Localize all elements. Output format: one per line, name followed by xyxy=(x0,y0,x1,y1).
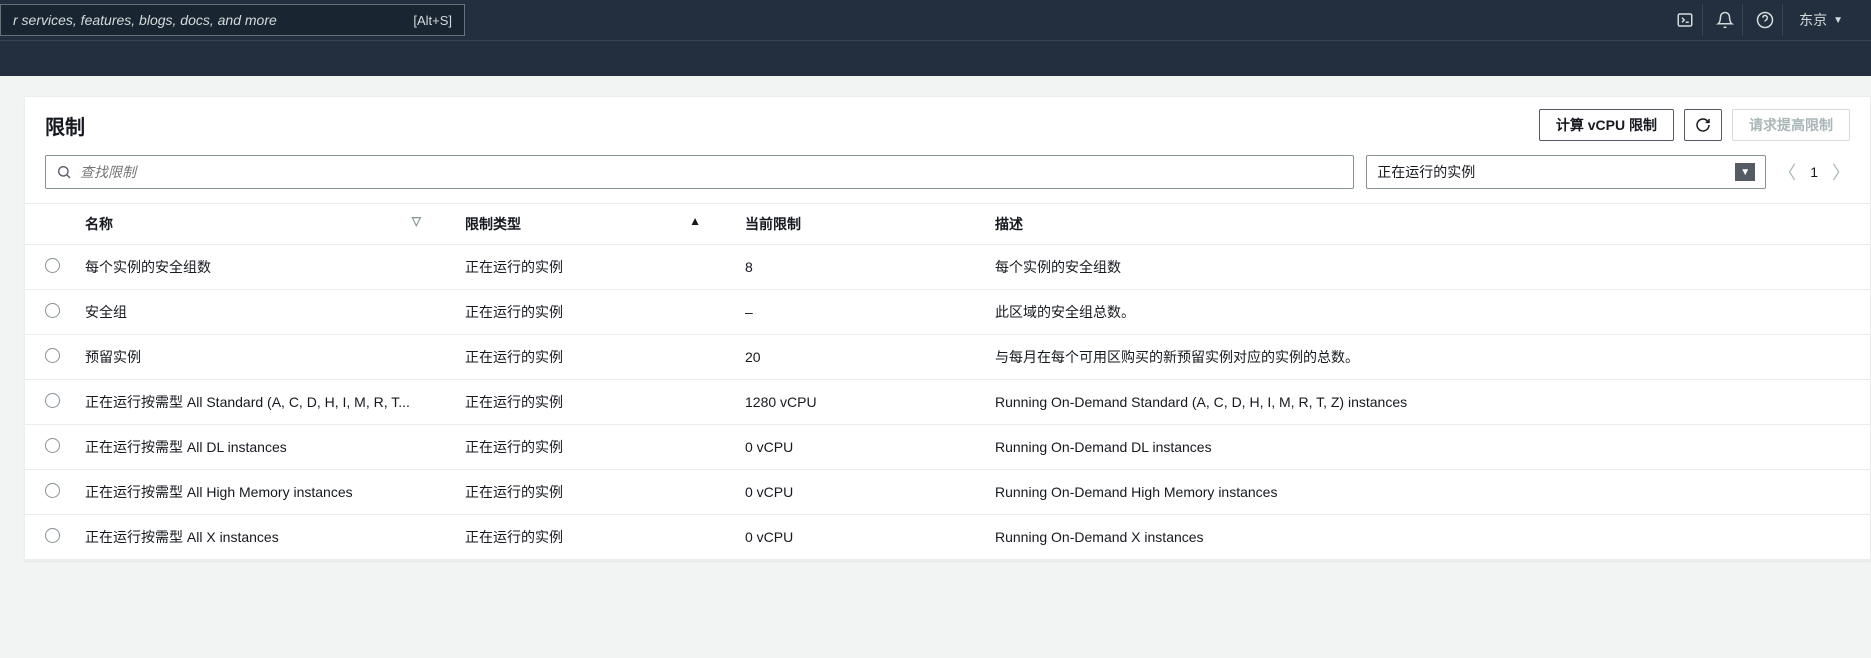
cell-current-limit: 8 xyxy=(733,245,983,290)
help-button[interactable] xyxy=(1747,4,1783,36)
cell-description: Running On-Demand High Memory instances xyxy=(983,470,1870,515)
page-title: 限制 xyxy=(45,111,85,140)
cell-description: 此区域的安全组总数。 xyxy=(983,290,1870,335)
sort-indicator-name: ▽ xyxy=(412,214,421,228)
cloudshell-button[interactable] xyxy=(1667,4,1703,36)
col-header-description[interactable]: 描述 xyxy=(983,204,1870,245)
col-header-limit-type[interactable]: 限制类型 ▲ xyxy=(453,204,733,245)
panel-actions: 计算 vCPU 限制 请求提高限制 xyxy=(1539,109,1850,141)
row-radio[interactable] xyxy=(45,393,60,408)
table-row[interactable]: 正在运行按需型 All DL instances 正在运行的实例 0 vCPU … xyxy=(25,425,1870,470)
cell-description: Running On-Demand Standard (A, C, D, H, … xyxy=(983,380,1870,425)
col-header-current-limit[interactable]: 当前限制 xyxy=(733,204,983,245)
page-prev-button[interactable]: 〈 xyxy=(1778,159,1796,185)
cell-limit-type: 正在运行的实例 xyxy=(453,380,733,425)
cell-name: 正在运行按需型 All High Memory instances xyxy=(85,482,425,502)
panel-header: 限制 计算 vCPU 限制 请求提高限制 xyxy=(25,97,1870,149)
page-number: 1 xyxy=(1810,164,1818,180)
row-radio[interactable] xyxy=(45,348,60,363)
search-shortcut-hint: [Alt+S] xyxy=(413,13,452,28)
filter-search-wrap[interactable] xyxy=(45,155,1354,189)
cell-name: 正在运行按需型 All DL instances xyxy=(85,437,425,457)
table-row[interactable]: 正在运行按需型 All X instances 正在运行的实例 0 vCPU R… xyxy=(25,515,1870,560)
request-increase-button[interactable]: 请求提高限制 xyxy=(1732,109,1850,141)
page-next-button[interactable]: 〉 xyxy=(1832,159,1850,185)
table-row[interactable]: 预留实例 正在运行的实例 20 与每月在每个可用区购买的新预留实例对应的实例的总… xyxy=(25,335,1870,380)
cell-limit-type: 正在运行的实例 xyxy=(453,470,733,515)
pagination: 〈 1 〉 xyxy=(1778,159,1850,185)
compute-vcpu-button[interactable]: 计算 vCPU 限制 xyxy=(1539,109,1674,141)
col-header-current-limit-label: 当前限制 xyxy=(745,216,801,232)
filter-search-input[interactable] xyxy=(80,164,1343,180)
secondary-nav-bar xyxy=(0,40,1871,76)
select-all-header xyxy=(25,204,73,245)
cell-current-limit: 1280 vCPU xyxy=(733,380,983,425)
cell-current-limit: 0 vCPU xyxy=(733,470,983,515)
dropdown-caret-icon: ▼ xyxy=(1735,163,1755,181)
col-header-description-label: 描述 xyxy=(995,216,1023,232)
limit-type-dropdown[interactable]: 正在运行的实例 ▼ xyxy=(1366,155,1766,189)
sort-indicator-type: ▲ xyxy=(689,214,701,228)
nav-right: 东京 ▼ xyxy=(1667,4,1855,36)
cell-current-limit: 20 xyxy=(733,335,983,380)
table-row[interactable]: 正在运行按需型 All High Memory instances 正在运行的实… xyxy=(25,470,1870,515)
region-label: 东京 xyxy=(1799,10,1827,30)
cell-limit-type: 正在运行的实例 xyxy=(453,515,733,560)
col-header-name[interactable]: 名称 ▽ xyxy=(73,204,453,245)
table-row[interactable]: 安全组 正在运行的实例 – 此区域的安全组总数。 xyxy=(25,290,1870,335)
bell-icon xyxy=(1716,11,1734,29)
limits-panel: 限制 计算 vCPU 限制 请求提高限制 正在运行的实例 ▼ xyxy=(24,96,1871,561)
col-header-limit-type-label: 限制类型 xyxy=(465,216,521,232)
row-radio[interactable] xyxy=(45,303,60,318)
row-radio[interactable] xyxy=(45,528,60,543)
cell-description: Running On-Demand DL instances xyxy=(983,425,1870,470)
cell-description: 每个实例的安全组数 xyxy=(983,245,1870,290)
dropdown-selected-label: 正在运行的实例 xyxy=(1377,162,1475,182)
cell-name: 安全组 xyxy=(85,302,425,322)
global-search[interactable]: r services, features, blogs, docs, and m… xyxy=(0,4,465,36)
row-radio[interactable] xyxy=(45,483,60,498)
table-row[interactable]: 每个实例的安全组数 正在运行的实例 8 每个实例的安全组数 xyxy=(25,245,1870,290)
compute-vcpu-label: 计算 vCPU 限制 xyxy=(1556,115,1657,135)
refresh-button[interactable] xyxy=(1684,109,1722,141)
table-header-row: 名称 ▽ 限制类型 ▲ 当前限制 描述 xyxy=(25,204,1870,245)
cell-description: 与每月在每个可用区购买的新预留实例对应的实例的总数。 xyxy=(983,335,1870,380)
content: 限制 计算 vCPU 限制 请求提高限制 正在运行的实例 ▼ xyxy=(0,76,1871,561)
limits-table: 名称 ▽ 限制类型 ▲ 当前限制 描述 每个实例 xyxy=(25,203,1870,560)
row-radio[interactable] xyxy=(45,438,60,453)
row-radio[interactable] xyxy=(45,258,60,273)
col-header-name-label: 名称 xyxy=(85,216,113,232)
cell-current-limit: – xyxy=(733,290,983,335)
caret-down-icon: ▼ xyxy=(1833,15,1843,26)
cell-description: Running On-Demand X instances xyxy=(983,515,1870,560)
cell-name: 正在运行按需型 All Standard (A, C, D, H, I, M, … xyxy=(85,392,425,412)
search-icon xyxy=(56,164,72,180)
notifications-button[interactable] xyxy=(1707,4,1743,36)
region-selector[interactable]: 东京 ▼ xyxy=(1787,4,1855,36)
cell-limit-type: 正在运行的实例 xyxy=(453,425,733,470)
cell-current-limit: 0 vCPU xyxy=(733,425,983,470)
search-placeholder: r services, features, blogs, docs, and m… xyxy=(13,12,413,28)
cell-name: 预留实例 xyxy=(85,347,425,367)
cell-limit-type: 正在运行的实例 xyxy=(453,245,733,290)
filter-row: 正在运行的实例 ▼ 〈 1 〉 xyxy=(25,149,1870,203)
request-increase-label: 请求提高限制 xyxy=(1749,115,1833,135)
cell-limit-type: 正在运行的实例 xyxy=(453,335,733,380)
cell-limit-type: 正在运行的实例 xyxy=(453,290,733,335)
help-icon xyxy=(1756,11,1774,29)
cell-name: 正在运行按需型 All X instances xyxy=(85,527,425,547)
cell-name: 每个实例的安全组数 xyxy=(85,257,425,277)
cell-current-limit: 0 vCPU xyxy=(733,515,983,560)
top-nav: r services, features, blogs, docs, and m… xyxy=(0,0,1871,40)
refresh-icon xyxy=(1695,117,1711,133)
cloudshell-icon xyxy=(1676,11,1694,29)
table-row[interactable]: 正在运行按需型 All Standard (A, C, D, H, I, M, … xyxy=(25,380,1870,425)
